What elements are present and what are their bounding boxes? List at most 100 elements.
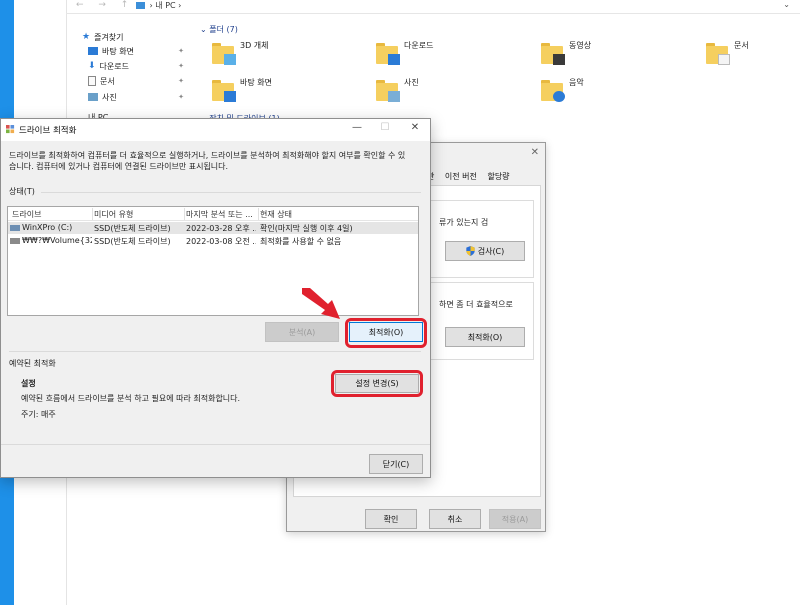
- folder-label: 다운로드: [404, 41, 434, 50]
- folders-section-header[interactable]: ⌄ 폴더 (7): [200, 24, 238, 35]
- star-icon: ★: [82, 32, 91, 42]
- nav-item-label: 사진: [102, 92, 117, 102]
- drives-table[interactable]: 드라이브 미디어 유형 마지막 분석 또는 ... 현재 상태 WinXPro …: [7, 206, 419, 316]
- folders-header-label: 폴더 (7): [209, 25, 238, 34]
- folder-desktop[interactable]: 바탕 화면: [212, 77, 272, 103]
- red-arrow-annotation: [302, 288, 340, 319]
- download-icon: ⬇: [88, 61, 96, 71]
- status-cell: 최적화를 사용할 수 없음: [260, 237, 342, 246]
- last-run-cell: 2022-03-08 오전 ...: [186, 237, 256, 246]
- nav-item-documents[interactable]: 문서 ✦: [88, 74, 196, 88]
- folder-video-icon: [541, 40, 565, 66]
- nav-item-downloads[interactable]: ⬇ 다운로드 ✦: [88, 59, 196, 73]
- address-row: ← → ↑ › 내 PC › ⌄: [66, 0, 800, 14]
- folder-label: 3D 개체: [240, 41, 269, 50]
- folder-label: 바탕 화면: [240, 78, 272, 87]
- last-run-cell: 2022-03-28 오후 ...: [186, 224, 256, 233]
- drive-icon: [10, 237, 20, 244]
- maximize-icon[interactable]: ☐: [375, 122, 395, 133]
- scheduled-optimization-label: 예약된 최적화: [9, 359, 56, 368]
- address-bar[interactable]: › 내 PC ›: [136, 0, 736, 12]
- nav-arrows[interactable]: ← → ↑: [76, 0, 134, 10]
- optimize-text: 하면 좀 더 효율적으로: [439, 300, 513, 309]
- tab-quota[interactable]: 할당량: [487, 171, 509, 182]
- close-icon[interactable]: ✕: [531, 147, 539, 158]
- folder-desktop-icon: [212, 77, 236, 103]
- uac-shield-icon: [466, 246, 475, 256]
- column-separator: [184, 208, 185, 220]
- minimize-icon[interactable]: —: [347, 122, 367, 133]
- folder-downloads[interactable]: 다운로드: [376, 40, 433, 66]
- ok-button[interactable]: 확인: [365, 509, 417, 529]
- change-settings-button[interactable]: 설정 변경(S): [335, 374, 419, 393]
- column-header-drive[interactable]: 드라이브: [12, 209, 90, 220]
- folder-picture-icon: [376, 77, 400, 103]
- divider: [41, 192, 421, 193]
- folder-music[interactable]: 음악: [541, 77, 584, 103]
- picture-icon: [88, 93, 98, 101]
- properties-tabs: 관 이전 버전 할당량: [427, 171, 518, 182]
- document-icon: [88, 76, 96, 86]
- check-button[interactable]: 검사(C): [445, 241, 525, 261]
- column-header-last-run[interactable]: 마지막 분석 또는 ...: [186, 209, 256, 220]
- table-row[interactable]: ₩₩?₩Volume{322... SSD(반도체 드라이브) 2022-03-…: [8, 235, 418, 247]
- folder-label: 사진: [404, 78, 419, 87]
- folder-download-icon: [376, 40, 400, 66]
- pin-icon: ✦: [178, 62, 184, 70]
- tab-previous-versions[interactable]: 이전 버전: [445, 171, 477, 182]
- nav-item-label: 다운로드: [99, 61, 129, 71]
- frequency-text: 주기: 매주: [21, 410, 56, 419]
- folder-documents[interactable]: 문서: [706, 40, 749, 66]
- dialog-description: 드라이브를 최적화하여 컴퓨터를 더 효율적으로 실행하거나, 드라이브를 분석…: [9, 151, 406, 171]
- optimize-button[interactable]: 최적화(O): [349, 322, 423, 342]
- pc-icon: [136, 2, 145, 9]
- table-row[interactable]: WinXPro (C:) SSD(반도체 드라이브) 2022-03-28 오후…: [8, 222, 418, 234]
- status-label: 상태(T): [9, 187, 35, 196]
- nav-quick-access[interactable]: ★ 즐겨찾기: [82, 30, 124, 44]
- folder-3d-objects[interactable]: 3D 개체: [212, 40, 269, 66]
- optimize-drives-dialog: 드라이브 최적화 — ☐ ✕ 드라이브를 최적화하여 컴퓨터를 더 효율적으로 …: [0, 118, 431, 478]
- chevron-down-icon[interactable]: ⌄: [783, 0, 790, 9]
- nav-quick-access-label: 즐겨찾기: [94, 32, 124, 42]
- folder-label: 문서: [734, 41, 749, 50]
- status-cell: 확인(마지막 실행 이후 4일): [260, 224, 353, 233]
- dialog-title-bar[interactable]: 드라이브 최적화 — ☐ ✕: [1, 119, 430, 141]
- drive-cell: ₩₩?₩Volume{322...: [10, 236, 92, 245]
- close-button[interactable]: 닫기(C): [369, 454, 423, 474]
- scheduled-description: 예약된 흐름에서 드라이브를 분석 하고 필요에 따라 최적화합니다.: [21, 394, 241, 403]
- props-optimize-button[interactable]: 최적화(O): [445, 327, 525, 347]
- settings-label: 설정: [21, 379, 36, 388]
- drive-name: WinXPro (C:): [22, 223, 73, 232]
- pin-icon: ✦: [178, 93, 184, 101]
- apply-button[interactable]: 적용(A): [489, 509, 541, 529]
- analyze-button[interactable]: 분석(A): [265, 322, 339, 342]
- divider: [9, 351, 421, 352]
- folder-pictures[interactable]: 사진: [376, 77, 419, 103]
- error-check-text: 류가 있는지 검: [439, 218, 489, 227]
- defrag-app-icon: [6, 125, 15, 134]
- column-header-status[interactable]: 현재 상태: [260, 209, 410, 220]
- column-separator: [258, 208, 259, 220]
- cancel-button[interactable]: 취소: [429, 509, 481, 529]
- folder-label: 음악: [569, 78, 584, 87]
- nav-item-label: 바탕 화면: [102, 46, 134, 56]
- nav-item-pictures[interactable]: 사진 ✦: [88, 90, 196, 104]
- folder-icon: [212, 40, 236, 66]
- nav-item-desktop[interactable]: 바탕 화면 ✦: [88, 44, 196, 58]
- address-text: › 내 PC ›: [149, 1, 182, 10]
- dialog-title: 드라이브 최적화: [19, 126, 77, 136]
- nav-item-label: 문서: [100, 76, 115, 86]
- pin-icon: ✦: [178, 77, 184, 85]
- close-icon[interactable]: ✕: [405, 122, 425, 133]
- column-separator: [92, 208, 93, 220]
- divider: [1, 444, 430, 445]
- media-cell: SSD(반도체 드라이브): [94, 224, 171, 233]
- table-header: 드라이브 미디어 유형 마지막 분석 또는 ... 현재 상태: [8, 207, 418, 221]
- column-header-media[interactable]: 미디어 유형: [94, 209, 182, 220]
- drive-name: ₩₩?₩Volume{322...: [22, 236, 92, 245]
- folder-music-icon: [541, 77, 565, 103]
- folder-videos[interactable]: 동영상: [541, 40, 591, 66]
- chevron-down-icon: ⌄: [200, 25, 210, 34]
- media-cell: SSD(반도체 드라이브): [94, 237, 171, 246]
- drive-icon: [10, 224, 20, 231]
